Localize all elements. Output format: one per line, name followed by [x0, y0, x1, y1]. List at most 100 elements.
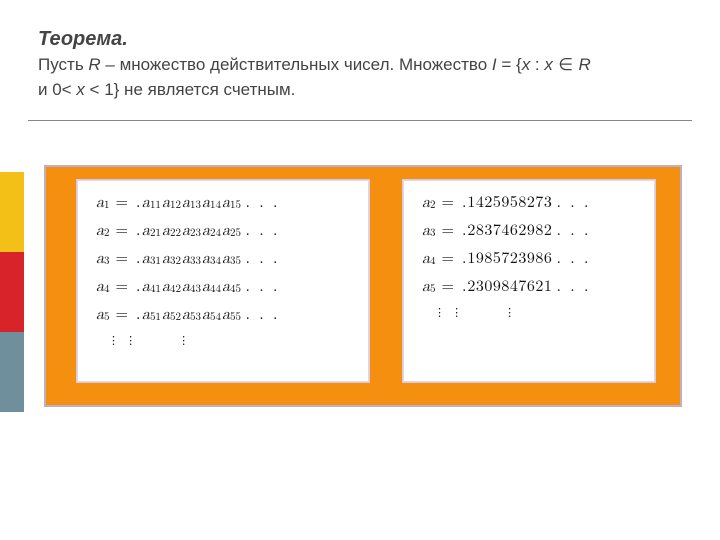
digit-term: a44 — [202, 279, 221, 295]
equals: = — [116, 223, 128, 239]
enumeration-row: a4 = .1985723986. . . — [422, 251, 636, 267]
equals: = — [442, 195, 454, 211]
rhs: .a31a32a33a34a35. . . — [134, 251, 280, 267]
element-of-symbol: ∈ — [553, 55, 579, 75]
ellipsis: . . . — [246, 223, 280, 239]
theorem-statement: Пусть R – множество действительных чисел… — [38, 53, 682, 102]
digit-term: a53 — [182, 307, 201, 323]
equals: = — [116, 195, 128, 211]
equals: = — [442, 251, 454, 267]
digit-term: a35 — [222, 251, 241, 267]
enumeration-row: a2=.a21a22a23a24a25. . . — [96, 223, 350, 239]
vdots-icon: ⋮ — [508, 307, 511, 317]
stmt-text: : — [530, 55, 544, 74]
enumeration-row: a4=.a41a42a43a44a45. . . — [96, 279, 350, 295]
digit-term: a24 — [202, 223, 221, 239]
vdots-icon: ⋮ — [112, 335, 115, 345]
var-x: x — [544, 55, 553, 74]
digit-term: a34 — [202, 251, 221, 267]
stmt-text: < 1} не является счетным. — [85, 80, 296, 99]
equals: = — [442, 279, 454, 295]
rhs: .a51a52a53a54a55. . . — [134, 307, 280, 323]
lhs: a5 — [422, 279, 436, 295]
digit-term: a14 — [202, 195, 221, 211]
digit-term: a31 — [142, 251, 161, 267]
stmt-text: – множество действительных чисел. Множес… — [101, 55, 492, 74]
digit-term: a12 — [162, 195, 181, 211]
stmt-text: и 0< — [38, 80, 76, 99]
var-x: x — [76, 80, 85, 99]
ellipsis: . . . — [556, 223, 590, 239]
equals: = — [116, 251, 128, 267]
rhs: .2309847621. . . — [460, 279, 590, 295]
digit-term: a45 — [222, 279, 241, 295]
enumeration-row: a5 = .2309847621. . . — [422, 279, 636, 295]
lhs: a3 — [422, 223, 436, 239]
accent-red — [0, 252, 24, 332]
ellipsis: . . . — [246, 251, 280, 267]
digit-term: a11 — [142, 195, 161, 211]
theorem-header: Теорема. Пусть R – множество действитель… — [0, 0, 720, 114]
accent-yellow — [0, 172, 24, 252]
numeric-enumeration-card: a2=.1425958273. . .a3=.2837462982. . .a4… — [403, 180, 655, 382]
digit-term: a43 — [182, 279, 201, 295]
illustration-panel: a1=.a11a12a13a14a15. . .a2=.a21a22a23a24… — [44, 165, 682, 407]
digit-term: a52 — [162, 307, 181, 323]
stmt-text: = { — [497, 55, 522, 74]
digit-term: a55 — [222, 307, 241, 323]
digit-term: a25 — [222, 223, 241, 239]
enumeration-row: a3=.a31a32a33a34a35. . . — [96, 251, 350, 267]
equals: = — [116, 307, 128, 323]
ellipsis: . . . — [246, 307, 280, 323]
lhs: a1 — [96, 195, 110, 211]
digit-term: a51 — [142, 307, 161, 323]
lhs: a2 — [96, 223, 110, 239]
vdots-row: ⋮ ⋮ ⋮ — [96, 335, 350, 345]
ellipsis: . . . — [556, 195, 590, 211]
enumeration-row: a2 = .1425958273. . . — [422, 195, 636, 211]
digit-term: a23 — [182, 223, 201, 239]
rhs: .a11a12a13a14a15. . . — [134, 195, 280, 211]
ellipsis: . . . — [246, 279, 280, 295]
vdots-icon: ⋮ — [438, 307, 441, 317]
ellipsis: . . . — [556, 251, 590, 267]
symbolic-enumeration-card: a1=.a11a12a13a14a15. . .a2=.a21a22a23a24… — [77, 180, 369, 382]
var-x: x — [522, 55, 531, 74]
equals: = — [116, 279, 128, 295]
digit-term: a41 — [142, 279, 161, 295]
enumeration-row: a1=.a11a12a13a14a15. . . — [96, 195, 350, 211]
digit-term: a33 — [182, 251, 201, 267]
set-R: R — [578, 55, 590, 74]
enumeration-row: a5=.a51a52a53a54a55. . . — [96, 307, 350, 323]
lhs: a2 — [422, 195, 436, 211]
color-sidebar — [0, 172, 24, 412]
decimal-digits: 1985723986 — [467, 251, 552, 267]
vdots-icon: ⋮ — [182, 335, 185, 345]
divider — [28, 120, 692, 121]
decimal-digits: 2837462982 — [467, 223, 552, 239]
ellipsis: . . . — [246, 195, 280, 211]
decimal-digits: 1425958273 — [467, 195, 552, 211]
enumeration-row: a3=.2837462982. . . — [422, 223, 636, 239]
rhs: .a41a42a43a44a45. . . — [134, 279, 280, 295]
vdots-icon: ⋮ — [455, 307, 458, 317]
digit-term: a15 — [222, 195, 241, 211]
lhs: a5 — [96, 307, 110, 323]
theorem-title: Теорема. — [38, 28, 682, 51]
lhs: a3 — [96, 251, 110, 267]
vdots-row: ⋮ ⋮ ⋮ — [422, 307, 636, 317]
digit-term: a54 — [202, 307, 221, 323]
rhs: .1985723986. . . — [460, 251, 590, 267]
accent-teal — [0, 332, 24, 412]
digit-term: a22 — [162, 223, 181, 239]
digit-term: a13 — [182, 195, 201, 211]
ellipsis: . . . — [556, 279, 590, 295]
stmt-text: Пусть — [38, 55, 88, 74]
vdots-icon: ⋮ — [129, 335, 132, 345]
digit-term: a21 — [142, 223, 161, 239]
rhs: .1425958273. . . — [460, 195, 590, 211]
lhs: a4 — [422, 251, 436, 267]
equals: = — [442, 223, 454, 239]
decimal-digits: 2309847621 — [467, 279, 552, 295]
lhs: a4 — [96, 279, 110, 295]
